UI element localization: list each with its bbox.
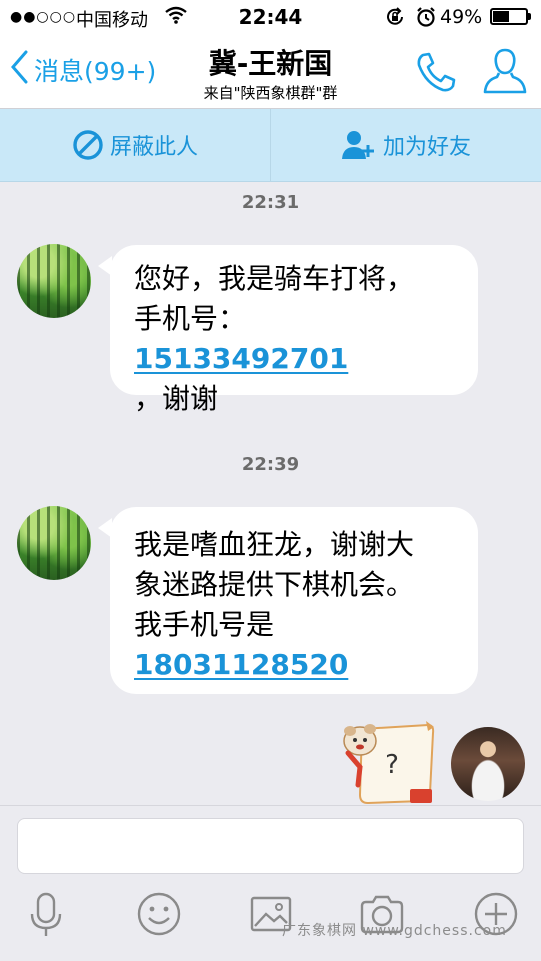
- block-label: 屏蔽此人: [109, 135, 198, 160]
- microphone-icon[interactable]: [22, 890, 70, 938]
- phone-number-link[interactable]: 15133492701: [134, 342, 348, 375]
- message-text-line: 您好，我是骑车打将，: [134, 262, 415, 295]
- phone-number-link[interactable]: 18031128520: [134, 648, 348, 681]
- message-text-line: 我是嗜血狂龙，谢谢大: [134, 528, 415, 561]
- add-friend-label: 加为好友: [382, 135, 471, 160]
- chat-title: 冀-王新国: [208, 47, 333, 80]
- profile-icon[interactable]: [482, 46, 528, 96]
- message-text-line: 手机号： 15133492701: [134, 299, 454, 379]
- message-timestamp: 22:31: [241, 192, 300, 213]
- battery-icon: [490, 8, 528, 25]
- battery-cap: [528, 13, 531, 20]
- sticker-message[interactable]: ?: [340, 717, 438, 809]
- navigation-bar: 消息(99+) 冀-王新国 来自"陕西象棋群"群: [0, 34, 541, 109]
- my-avatar[interactable]: [451, 727, 525, 801]
- battery-percent: 49%: [440, 6, 483, 28]
- sticker-question-mark: ?: [385, 750, 399, 780]
- block-user-button[interactable]: 屏蔽此人: [0, 109, 271, 181]
- message-text-prefix: 手机号：: [134, 302, 247, 335]
- message-text-line: ，谢谢: [134, 382, 219, 415]
- add-friend-icon: [341, 131, 374, 159]
- watermark-text: 广东象棋网 www.gdchess.com: [282, 923, 507, 939]
- chat-subtitle: 来自"陕西象棋群"群: [203, 84, 338, 102]
- emoji-icon[interactable]: [135, 890, 183, 938]
- message-text-line: 象迷路提供下棋机会。: [134, 568, 415, 601]
- message-text-line: 18031128520: [134, 645, 454, 685]
- message-timestamp: 22:39: [241, 454, 300, 475]
- alarm-icon: [415, 6, 437, 32]
- block-icon: [73, 130, 103, 160]
- message-bubble[interactable]: 我是嗜血狂龙，谢谢大 象迷路提供下棋机会。 我手机号是 18031128520: [110, 507, 478, 694]
- message-bubble[interactable]: 您好，我是骑车打将， 手机号： 15133492701 ，谢谢: [110, 245, 478, 415]
- sender-avatar[interactable]: [17, 244, 91, 318]
- add-friend-button[interactable]: 加为好友: [271, 109, 541, 181]
- status-bar: ●●○○○ 中国移动 22:44 49%: [0, 0, 541, 34]
- stranger-action-bar: 屏蔽此人 加为好友: [0, 109, 541, 182]
- phone-icon[interactable]: [414, 50, 458, 94]
- message-input[interactable]: [17, 818, 524, 874]
- sender-avatar[interactable]: [17, 506, 91, 580]
- message-text-line: 我手机号是: [134, 608, 275, 641]
- rotation-lock-icon: [384, 6, 406, 32]
